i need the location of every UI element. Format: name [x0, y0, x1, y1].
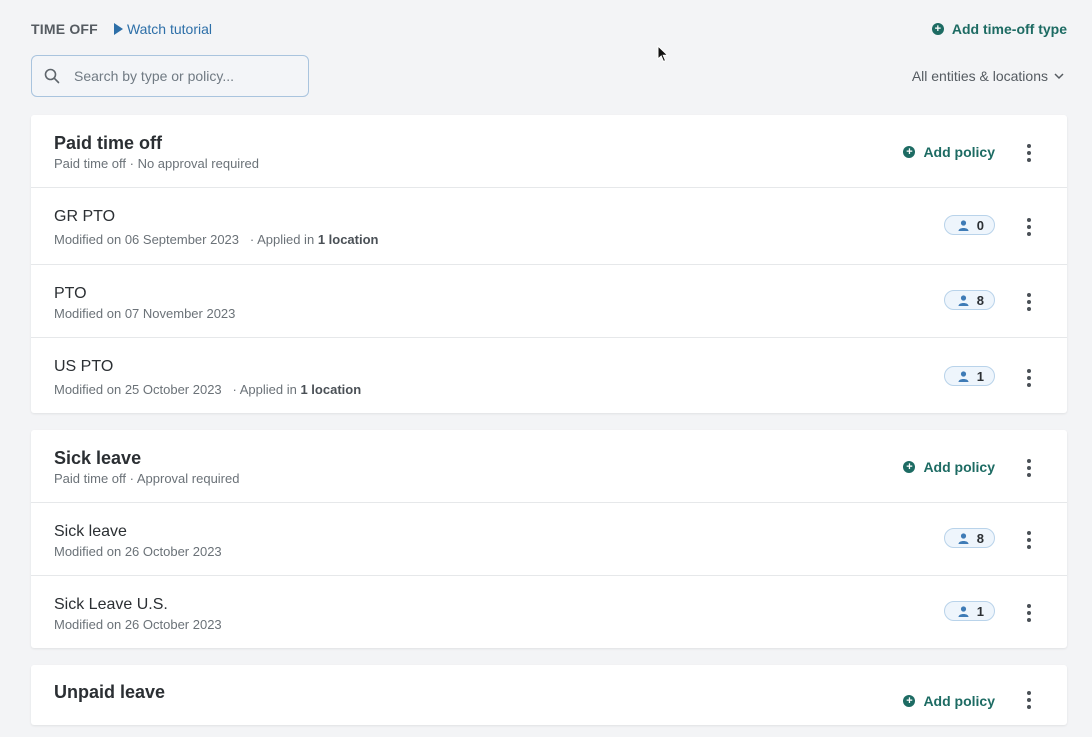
policy-meta: Modified on 07 November 2023	[54, 306, 235, 321]
entities-locations-filter[interactable]: All entities & locations	[912, 68, 1064, 84]
policy-meta: Modified on 26 October 2023	[54, 617, 222, 632]
user-icon	[958, 605, 969, 617]
more-vertical-icon[interactable]	[1027, 691, 1031, 712]
assignee-count-badge[interactable]: 0	[943, 215, 995, 235]
filter-label: All entities & locations	[911, 68, 1048, 84]
user-icon	[958, 294, 969, 306]
plus-circle-icon: +	[903, 461, 916, 473]
policy-row[interactable]: Sick leave Modified on 26 October 2023 8	[31, 503, 1067, 576]
more-vertical-icon[interactable]	[1027, 604, 1031, 625]
policy-meta: Modified on 25 October 2023 · Applied in…	[54, 382, 361, 397]
search-input[interactable]	[72, 67, 296, 85]
more-vertical-icon[interactable]	[1027, 218, 1031, 239]
time-off-type-subtitle: Paid time off · No approval required	[54, 156, 259, 171]
policy-name: PTO	[54, 285, 87, 302]
policy-applied-value: 1 location	[317, 232, 379, 247]
policy-applied-prefix: · Applied in	[249, 232, 315, 247]
policy-meta: Modified on 06 September 2023 · Applied …	[54, 232, 379, 247]
policy-modified: Modified on 07 November 2023	[54, 306, 236, 321]
card-header: Unpaid leave + Add policy	[31, 665, 1067, 737]
assignee-count-badge[interactable]: 1	[943, 601, 995, 621]
policy-applied-prefix: · Applied in	[232, 382, 297, 397]
card-header: Paid time off Paid time off · No approva…	[31, 115, 1067, 188]
assignee-count-badge[interactable]: 1	[943, 366, 995, 386]
page-title: TIME OFF	[31, 21, 98, 37]
policy-name: Sick Leave U.S.	[54, 596, 168, 613]
chevron-down-icon	[1054, 73, 1064, 80]
user-icon	[958, 370, 969, 382]
time-off-type-title: Unpaid leave	[54, 682, 166, 702]
policy-name: US PTO	[54, 358, 114, 375]
plus-circle-icon: +	[903, 695, 916, 707]
plus-circle-icon: +	[903, 146, 916, 158]
mouse-cursor-icon	[657, 45, 669, 63]
policy-row[interactable]: Sick Leave U.S. Modified on 26 October 2…	[31, 576, 1067, 648]
watch-tutorial-link[interactable]: Watch tutorial	[113, 21, 213, 37]
more-vertical-icon[interactable]	[1027, 459, 1031, 480]
policy-modified: Modified on 26 October 2023	[54, 617, 222, 632]
policy-name: GR PTO	[54, 208, 116, 225]
time-off-type-card: Paid time off Paid time off · No approva…	[31, 115, 1067, 413]
time-off-type-card: Unpaid leave + Add policy	[31, 665, 1067, 725]
more-vertical-icon[interactable]	[1027, 369, 1031, 390]
policy-applied-value: 1 location	[300, 382, 362, 397]
assignee-count-badge[interactable]: 8	[943, 528, 995, 548]
add-policy-button[interactable]: + Add policy	[903, 459, 995, 475]
assignee-count: 0	[976, 217, 984, 233]
more-vertical-icon[interactable]	[1027, 293, 1031, 314]
more-vertical-icon[interactable]	[1027, 144, 1031, 165]
add-policy-label: Add policy	[923, 693, 995, 709]
add-time-off-type-button[interactable]: + Add time-off type	[931, 21, 1067, 37]
play-icon	[113, 23, 123, 35]
policy-modified: Modified on 25 October 2023	[54, 382, 222, 397]
policy-row[interactable]: US PTO Modified on 25 October 2023 · App…	[31, 338, 1067, 414]
plus-circle-icon: +	[931, 23, 944, 35]
policy-row[interactable]: PTO Modified on 07 November 2023 8	[31, 265, 1067, 338]
user-icon	[958, 532, 969, 544]
card-header: Sick leave Paid time off · Approval requ…	[31, 430, 1067, 503]
assignee-count: 1	[976, 368, 984, 384]
search-box	[31, 55, 309, 97]
policy-modified: Modified on 06 September 2023	[54, 232, 240, 247]
more-vertical-icon[interactable]	[1027, 531, 1031, 552]
time-off-type-title: Paid time off	[54, 133, 163, 153]
add-policy-button[interactable]: + Add policy	[903, 144, 995, 160]
policy-meta: Modified on 26 October 2023	[54, 544, 222, 559]
watch-tutorial-label: Watch tutorial	[126, 21, 213, 37]
add-policy-label: Add policy	[923, 459, 995, 475]
assignee-count: 1	[976, 603, 984, 619]
search-icon	[44, 68, 60, 84]
time-off-type-card: Sick leave Paid time off · Approval requ…	[31, 430, 1067, 648]
top-bar: TIME OFF Watch tutorial + Add time-off t…	[31, 18, 1067, 40]
add-policy-label: Add policy	[923, 144, 995, 160]
assignee-count: 8	[976, 292, 984, 308]
policy-row[interactable]: GR PTO Modified on 06 September 2023 · A…	[31, 188, 1067, 265]
time-off-type-title: Sick leave	[54, 448, 142, 468]
user-icon	[958, 219, 969, 231]
policy-name: Sick leave	[54, 523, 127, 540]
assignee-count: 8	[976, 530, 984, 546]
policy-modified: Modified on 26 October 2023	[54, 544, 222, 559]
time-off-type-subtitle: Paid time off · Approval required	[54, 471, 240, 486]
assignee-count-badge[interactable]: 8	[943, 290, 995, 310]
add-time-off-type-label: Add time-off type	[951, 21, 1067, 37]
add-policy-button[interactable]: + Add policy	[903, 693, 995, 709]
